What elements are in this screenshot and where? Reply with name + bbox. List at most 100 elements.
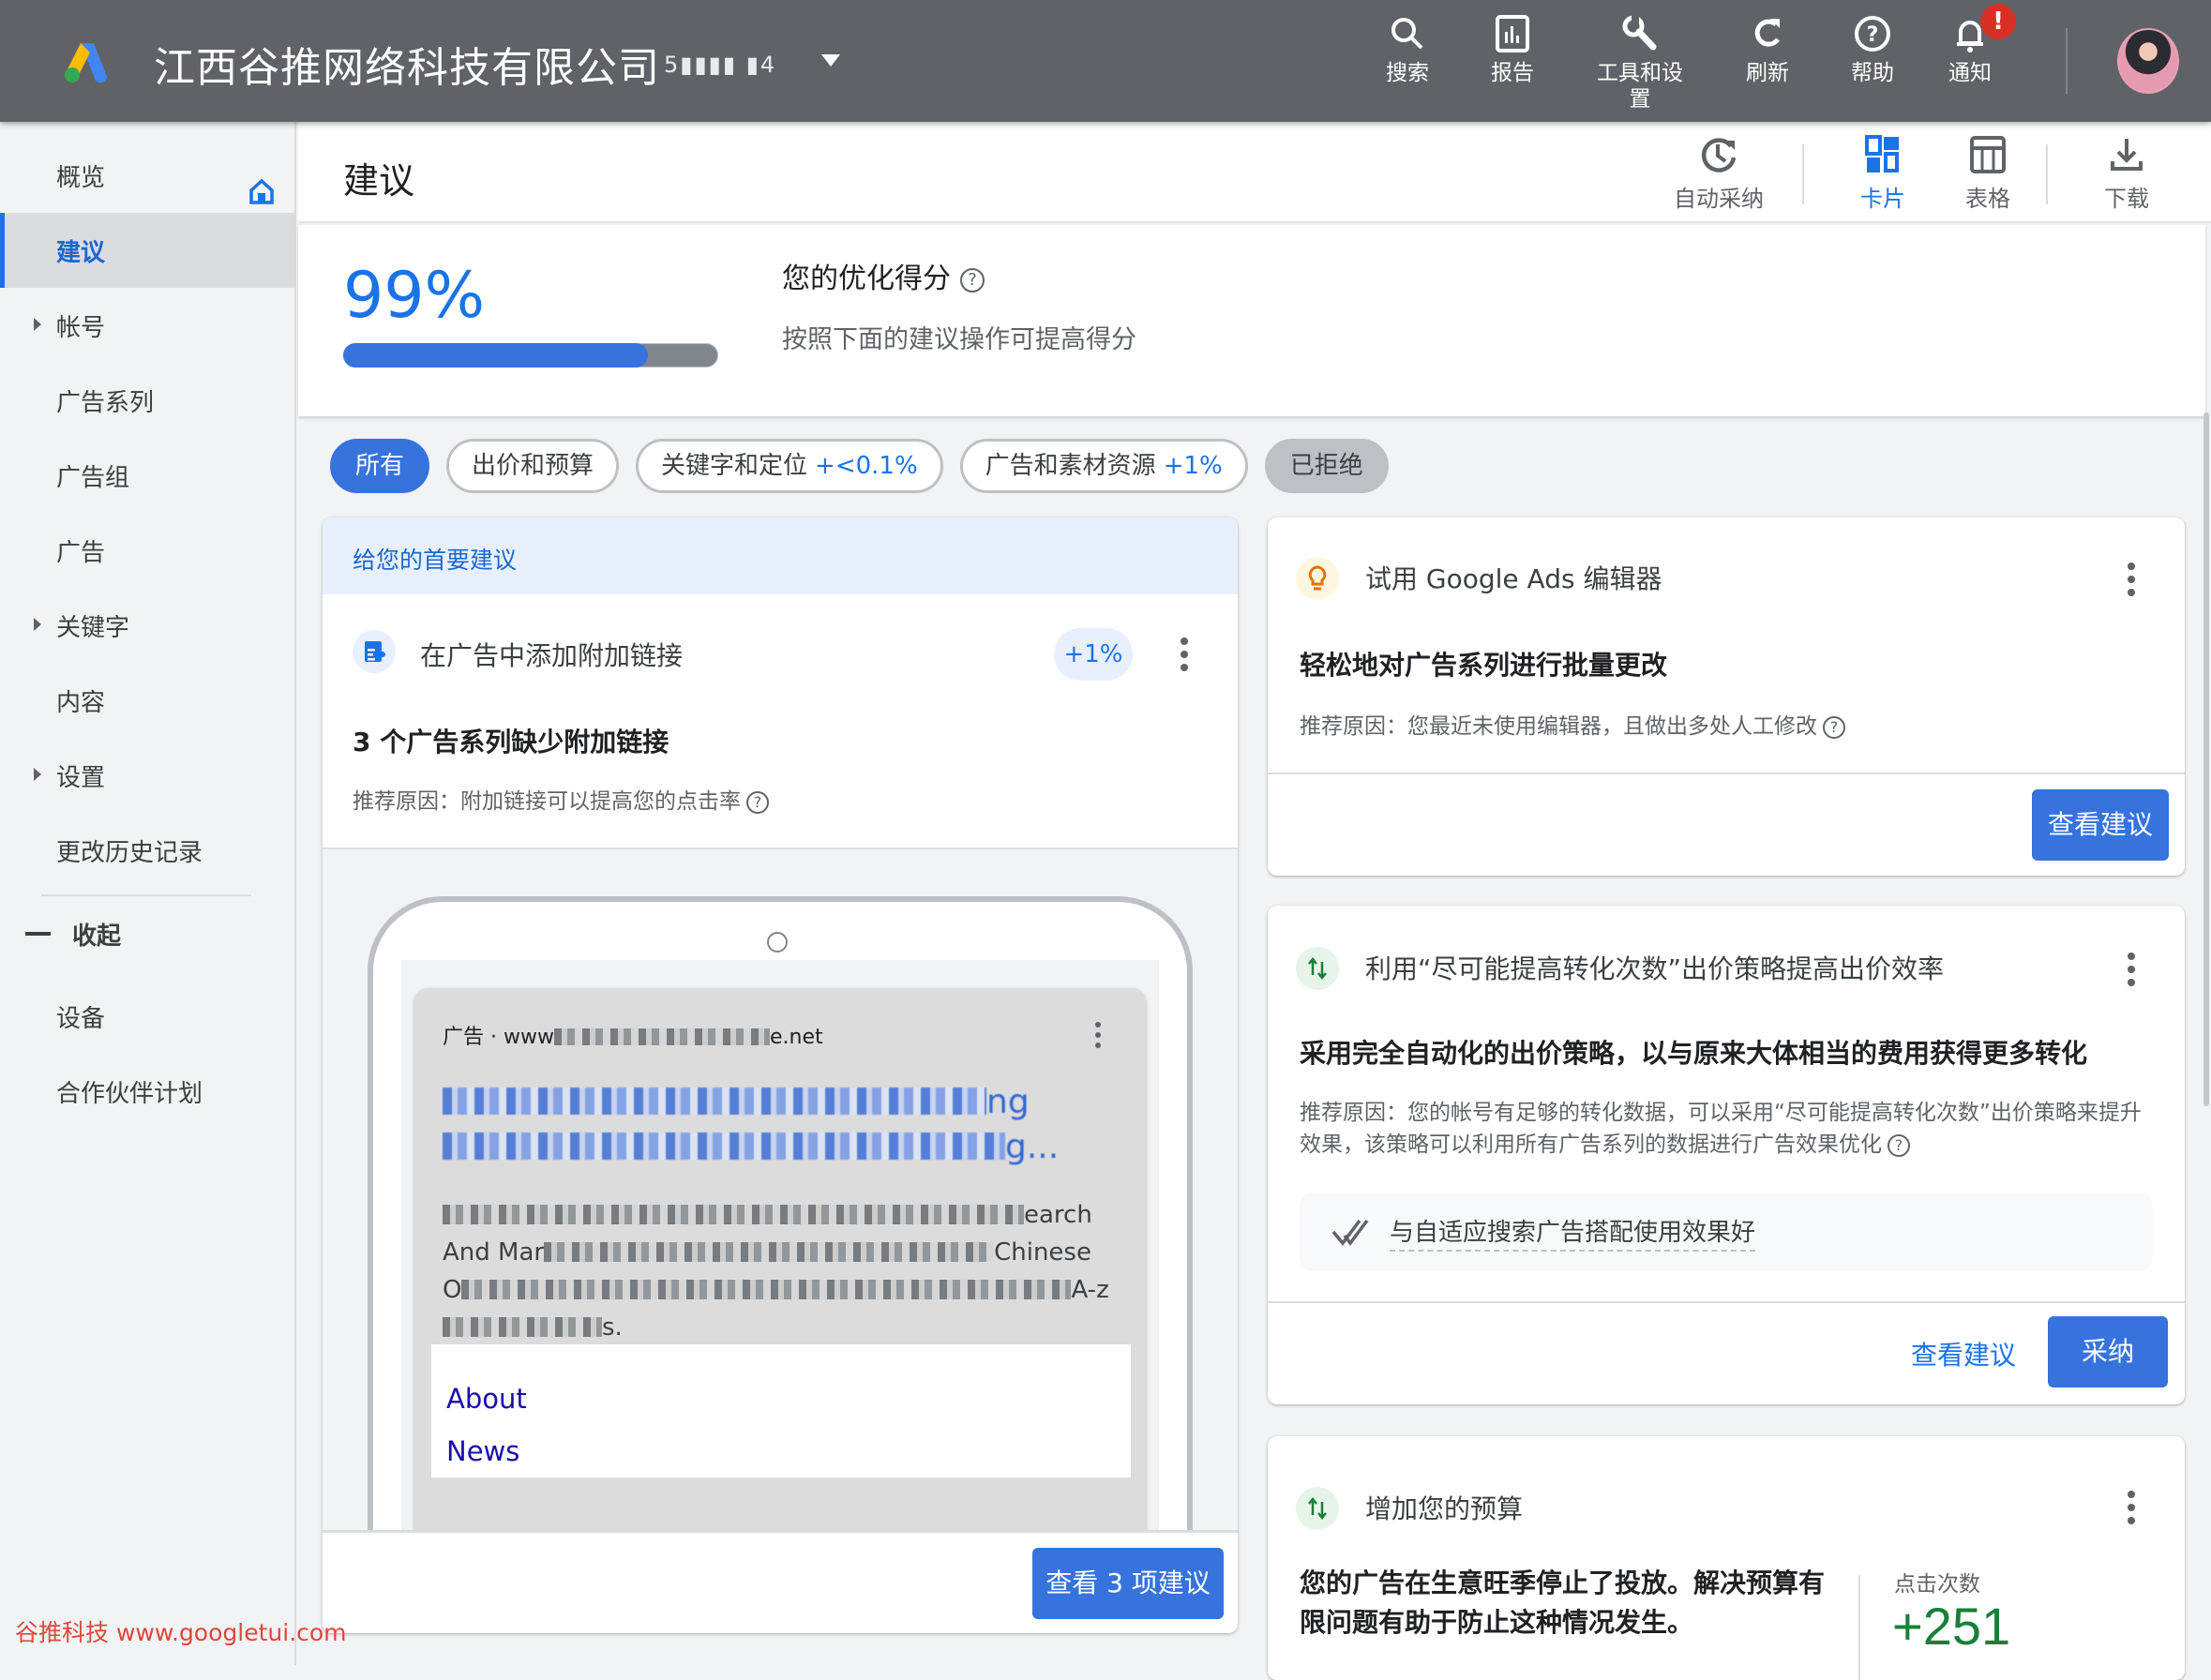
expand-caret-icon[interactable] — [34, 318, 41, 331]
sidebar-item-label: 设置 — [56, 764, 106, 792]
lightbulb-icon — [1296, 557, 1339, 600]
notifications-button[interactable]: 通知 ! — [1918, 4, 2022, 86]
optimization-score-value: 99% — [343, 259, 486, 333]
sidebar-item-campaigns[interactable]: 广告系列 — [0, 363, 296, 438]
apply-button[interactable]: 采纳 — [2048, 1316, 2168, 1388]
refresh-label: 刷新 — [1746, 61, 1789, 85]
optimization-score-fill — [343, 343, 648, 368]
collapse-toggle[interactable]: 收起 — [0, 906, 296, 962]
score-uplift-badge: +1% — [1054, 628, 1133, 681]
sitelink-about[interactable]: About — [446, 1372, 1116, 1425]
notifications-label: 通知 — [1948, 61, 1992, 85]
filter-chip-all[interactable]: 所有 — [330, 439, 430, 493]
recommendation-headline: 轻松地对广告系列进行批量更改 — [1300, 650, 1668, 681]
cards-view-button[interactable]: 卡片 — [1836, 133, 1930, 213]
view-3-recommendations-button[interactable]: 查看 3 项建议 — [1032, 1548, 1224, 1619]
metric-divider — [1858, 1575, 1860, 1680]
sidebar-item-label: 概览 — [56, 164, 106, 192]
avatar[interactable] — [2117, 28, 2179, 94]
optimization-score-panel: 99% 您的优化得分? 按照下面的建议操作可提高得分 — [298, 225, 2205, 416]
filter-chip-dismissed[interactable]: 已拒绝 — [1264, 439, 1389, 493]
download-button[interactable]: 下载 — [2080, 133, 2173, 213]
sidebar-item-content[interactable]: 内容 — [0, 663, 296, 738]
sidebar-item-ads[interactable]: 广告 — [0, 513, 296, 588]
sidebar-item-devices[interactable]: 设备 — [0, 979, 296, 1054]
help-icon[interactable]: ? — [1888, 1134, 1910, 1157]
account-name[interactable]: 江西谷推网络科技有限公司 — [154, 34, 660, 94]
sidebar-item-keywords[interactable]: 关键字 — [0, 588, 296, 663]
search-icon — [1391, 18, 1423, 50]
redacted-text — [461, 1280, 1072, 1299]
more-options-icon[interactable] — [1180, 638, 1189, 675]
account-id[interactable]: 5▮▮▮▮ ▮4 — [664, 52, 776, 78]
card-footer: 查看 3 项建议 — [323, 1530, 1238, 1633]
recommendation-card-editor: 试用 Google Ads 编辑器 轻松地对广告系列进行批量更改 推荐原因：您最… — [1268, 518, 2185, 876]
refresh-button[interactable]: 刷新 — [1716, 13, 1819, 86]
sidebar-item-label: 更改历史记录 — [56, 839, 203, 867]
watermark: 谷推科技 www.googletui.com — [15, 1619, 347, 1646]
sidebar-item-partner-program[interactable]: 合作伙伴计划 — [0, 1054, 296, 1129]
filter-chip-ads-assets[interactable]: 广告和素材资源 +1% — [959, 439, 1248, 493]
view-recommendation-button[interactable]: 查看建议 — [1911, 1335, 2016, 1372]
more-options-icon[interactable] — [2127, 952, 2136, 990]
chip-label: 关键字和定位 — [661, 452, 808, 480]
phone-screen: 广告 · www e.net ng g... earch And Mar Chine… — [401, 960, 1159, 1616]
wrench-icon — [1622, 15, 1657, 51]
sidebar-item-change-history[interactable]: 更改历史记录 — [0, 813, 296, 888]
reports-label: 报告 — [1491, 61, 1534, 85]
top-recommendation-card: 给您的首要建议 在广告中添加附加链接 +1% 3 个广告系列缺少附加链接 推荐原… — [323, 518, 1238, 1633]
header-divider — [2046, 144, 2048, 204]
ad-headline: ng g... — [443, 1080, 1099, 1170]
filter-chip-keywords-targeting[interactable]: 关键字和定位 +<0.1% — [636, 439, 943, 493]
help-button[interactable]: ? 帮助 — [1821, 13, 1924, 86]
recommendation-headline: 3 个广告系列缺少附加链接 — [353, 727, 669, 758]
ad-desc-text: And Mar — [443, 1238, 545, 1267]
scrollbar[interactable] — [2203, 412, 2209, 1106]
filter-chip-bids-budgets[interactable]: 出价和预算 — [446, 439, 620, 493]
sidebar-item-label: 建议 — [56, 239, 106, 267]
recommendation-title: 在广告中添加附加链接 — [420, 640, 684, 671]
account-dropdown-icon[interactable] — [821, 54, 840, 67]
sidebar-item-ad-groups[interactable]: 广告组 — [0, 438, 296, 513]
sidebar-item-label: 广告 — [56, 539, 106, 567]
ad-more-icon — [1095, 1022, 1101, 1053]
optimization-score-subtitle: 按照下面的建议操作可提高得分 — [782, 325, 1136, 354]
top-recommendation-banner: 给您的首要建议 — [323, 518, 1238, 594]
chip-label: 所有 — [355, 452, 405, 480]
search-button[interactable]: 搜索 — [1356, 13, 1459, 86]
help-icon[interactable]: ? — [1823, 716, 1845, 739]
bidding-arrows-icon — [1296, 1487, 1339, 1530]
google-ads-logo[interactable] — [62, 39, 111, 84]
help-icon[interactable]: ? — [960, 268, 985, 292]
redacted-text — [443, 1088, 986, 1115]
expand-caret-icon[interactable] — [34, 618, 41, 631]
ad-label-text: 广告 · www — [443, 1026, 554, 1049]
reports-button[interactable]: 报告 — [1461, 13, 1564, 86]
sidebar-item-recommendations[interactable]: 建议 — [0, 213, 296, 288]
sidebar-item-account[interactable]: 帐号 — [0, 288, 296, 363]
sitelink-news[interactable]: News — [446, 1425, 1116, 1478]
sidebar-item-overview[interactable]: 概览 — [0, 138, 296, 213]
recommendation-reason: 推荐原因：附加链接可以提高您的点击率? — [353, 786, 769, 818]
table-view-button[interactable]: 表格 — [1941, 133, 2035, 213]
more-options-icon[interactable] — [2127, 562, 2136, 600]
phone-mockup: 广告 · www e.net ng g... earch And Mar Chine… — [368, 896, 1193, 1616]
auto-apply-button[interactable]: 自动采纳 — [1667, 133, 1770, 213]
sidebar-item-settings[interactable]: 设置 — [0, 738, 296, 813]
help-icon[interactable]: ? — [746, 791, 769, 814]
chip-label: 出价和预算 — [472, 452, 594, 480]
card-footer: 查看建议 — [1268, 772, 2185, 876]
more-options-icon[interactable] — [2127, 1491, 2136, 1528]
best-practice-note-text[interactable]: 与自适应搜索广告搭配使用效果好 — [1390, 1213, 1756, 1252]
recommendation-title: 利用“尽可能提高转化次数”出价策略提高出价效率 — [1365, 953, 1945, 984]
redacted-text — [443, 1205, 1024, 1224]
tools-label: 工具和设置 — [1597, 61, 1683, 112]
collapse-icon — [25, 932, 51, 936]
ad-headline-tail: g... — [1005, 1128, 1060, 1166]
page-title: 建议 — [343, 160, 415, 202]
expand-caret-icon[interactable] — [34, 768, 41, 781]
tools-button[interactable]: 工具和设置 — [1588, 13, 1692, 112]
view-recommendation-button[interactable]: 查看建议 — [2032, 789, 2169, 861]
redacted-text — [553, 1028, 770, 1045]
sitelink-extension-icon — [353, 630, 396, 673]
